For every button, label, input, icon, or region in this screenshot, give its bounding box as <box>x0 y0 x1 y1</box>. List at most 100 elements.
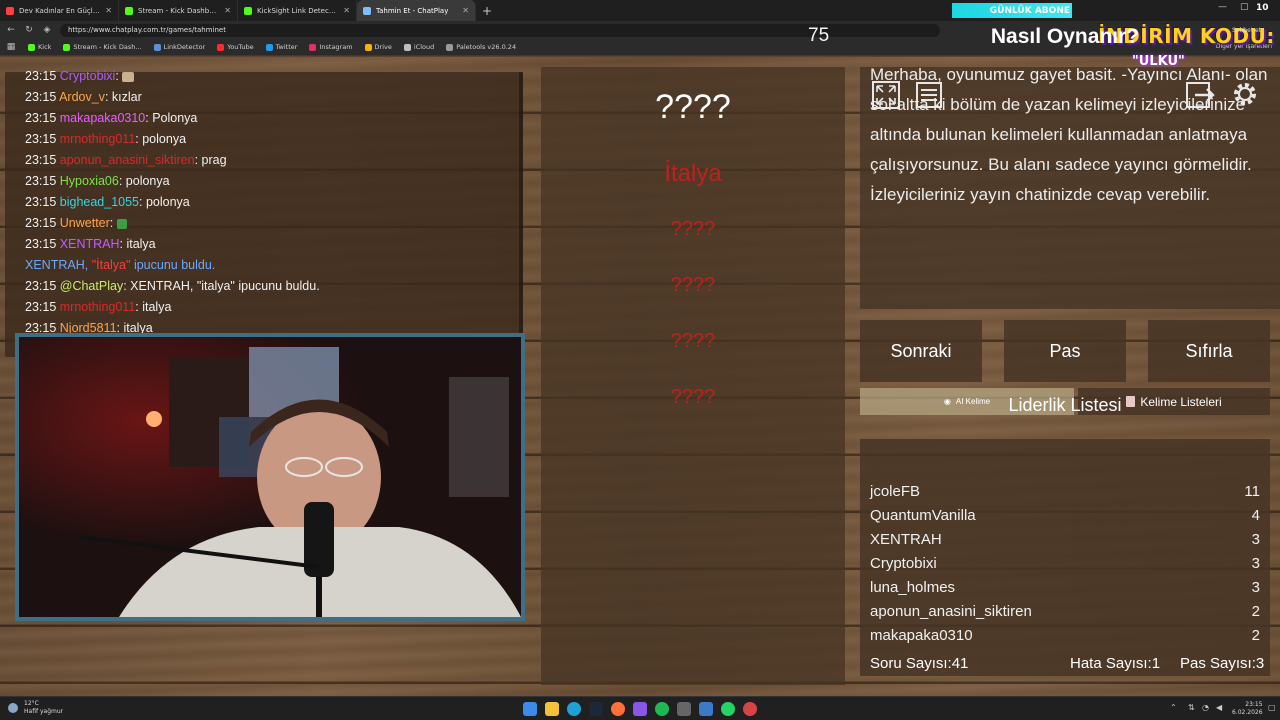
settings-app-icon[interactable] <box>699 702 713 716</box>
chat-message: 23:15 bighead_1055: polonya <box>25 195 190 209</box>
whatsapp-icon[interactable] <box>721 702 735 716</box>
close-icon[interactable]: ✕ <box>343 6 350 15</box>
chat-time: 23:15 <box>25 132 57 146</box>
close-icon[interactable]: ✕ <box>462 6 469 15</box>
chat-user[interactable]: mrnothing011 <box>60 132 136 146</box>
hidden-word: ???? <box>670 274 716 296</box>
browser-tab[interactable]: Stream - Kick Dashboard ✕ <box>119 0 238 21</box>
drive-icon <box>364 43 372 51</box>
firefox-icon[interactable] <box>611 702 625 716</box>
bookmark-label: Paletools v26.0.24 <box>456 43 517 51</box>
clock[interactable]: 23:15 6.02.2026 <box>1232 701 1263 717</box>
bookmark-item[interactable]: Drive <box>364 43 392 51</box>
chat-user[interactable]: mrnothing011 <box>60 300 136 314</box>
bookmark-item[interactable]: iCloud <box>403 43 434 51</box>
chat-user[interactable]: XENTRAH <box>60 237 120 251</box>
apps-icon[interactable]: ▦ <box>6 42 16 52</box>
player-score: 4 <box>1251 507 1260 524</box>
taskbar: 12°C Hafif yağmur ⌃ ⇅ ◔ ◀ 23:15 6.02.202… <box>0 696 1280 720</box>
close-icon[interactable]: ✕ <box>224 6 231 15</box>
file-explorer-icon[interactable] <box>545 702 559 716</box>
chat-user[interactable]: Hypoxia06 <box>60 174 119 188</box>
spotify-icon[interactable] <box>655 702 669 716</box>
volume-icon[interactable]: ◀ <box>1216 703 1222 712</box>
player-name: QuantumVanilla <box>870 507 976 524</box>
tab-label: Tahmin Et - ChatPlay <box>376 6 449 15</box>
weather-icon <box>8 703 18 713</box>
link-icon <box>153 43 161 51</box>
browser-tab-active[interactable]: Tahmin Et - ChatPlay ✕ <box>357 0 476 21</box>
weather-widget[interactable]: 12°C Hafif yağmur <box>24 700 63 716</box>
leaderboard-row: Cryptobixi 3 <box>870 555 1260 575</box>
player-name: luna_holmes <box>870 579 956 596</box>
chat-user[interactable]: Cryptobixi <box>60 69 116 83</box>
chat-time: 23:15 <box>25 69 57 83</box>
app-icon[interactable] <box>677 702 691 716</box>
icloud-icon <box>403 43 411 51</box>
notice-word: "İtalya" <box>91 258 131 272</box>
bookmark-item[interactable]: Twitter <box>265 43 298 51</box>
bookmark-label: Stream - Kick Dash... <box>73 43 142 51</box>
chat-user[interactable]: @ChatPlay <box>60 279 123 293</box>
hidden-word: ???? <box>670 330 716 352</box>
player-score: 2 <box>1251 627 1260 644</box>
notice-user: XENTRAH, <box>25 258 89 272</box>
obs-icon[interactable] <box>743 702 757 716</box>
bookmark-label: Twitter <box>275 43 298 51</box>
weather-desc: Hafif yağmur <box>24 708 64 715</box>
browser-tab[interactable]: KickSight Link Detector ✕ <box>238 0 357 21</box>
leaderboard-row: QuantumVanilla 4 <box>870 507 1260 527</box>
player-name: Cryptobixi <box>870 555 937 572</box>
leaderboard-row: luna_holmes 3 <box>870 579 1260 599</box>
bookmark-item[interactable]: Kick <box>28 43 51 51</box>
browser-tab[interactable]: Dev Kadınlar En Güçlü Cücelere Ka ✕ <box>0 0 119 21</box>
next-button[interactable]: Sonraki <box>860 320 982 382</box>
browser-tab-bar: Dev Kadınlar En Güçlü Cücelere Ka ✕ Stre… <box>0 0 1280 21</box>
chat-scrollbar[interactable] <box>519 72 523 357</box>
player-score: 3 <box>1251 579 1260 596</box>
chat-user[interactable]: makapaka0310 <box>60 111 145 125</box>
bookmark-item[interactable]: Stream - Kick Dash... <box>63 43 142 51</box>
timer-counter: 75 <box>808 25 830 46</box>
back-icon[interactable]: ← <box>6 25 16 35</box>
chat-text: polonya <box>145 195 190 209</box>
chat-user[interactable]: aponun_anasini_siktiren <box>60 153 195 167</box>
bookmark-label: Instagram <box>319 43 353 51</box>
chat-label[interactable]: Sohbet et <box>1232 27 1261 34</box>
chat-user[interactable]: Unwetter <box>60 216 110 230</box>
discord-icon[interactable] <box>633 702 647 716</box>
close-icon[interactable]: ✕ <box>105 6 112 15</box>
edge-icon[interactable] <box>567 702 581 716</box>
player-score: 11 <box>1244 483 1260 500</box>
maximize-icon[interactable]: ▢ <box>1240 2 1249 12</box>
tab-favicon-icon <box>6 6 14 15</box>
notification-icon[interactable]: ▢ <box>1268 703 1276 712</box>
chat-user[interactable]: Ardov_v <box>59 90 105 104</box>
tab-label: Stream - Kick Dashboard <box>138 6 220 15</box>
windows-start-icon[interactable] <box>523 702 537 716</box>
chat-user[interactable]: bighead_1055 <box>60 195 139 209</box>
chat-message: 23:15 XENTRAH: italya <box>25 237 156 251</box>
bookmark-item[interactable]: Paletools v26.0.24 <box>446 43 516 51</box>
shield-icon[interactable]: ◈ <box>42 25 52 35</box>
wifi-icon[interactable]: ◔ <box>1202 703 1209 712</box>
bookmark-item[interactable]: Instagram <box>309 43 353 51</box>
new-tab-button[interactable]: + <box>476 0 498 21</box>
leaderboard-row: aponun_anasini_siktiren 2 <box>870 603 1260 623</box>
reload-icon[interactable]: ↻ <box>24 25 34 35</box>
tab-label: Dev Kadınlar En Güçlü Cücelere Ka <box>19 6 100 15</box>
tray-arrow-icon[interactable]: ⌃ <box>1170 703 1177 712</box>
chat-text: italya <box>126 237 156 251</box>
bookmark-item[interactable]: LinkDetector <box>153 43 205 51</box>
chat-time: 23:15 <box>25 237 57 251</box>
minimize-icon[interactable]: — <box>1218 2 1227 12</box>
bookmark-item[interactable]: YouTube <box>217 43 254 51</box>
steam-icon[interactable] <box>589 702 603 716</box>
emote-icon <box>116 218 127 229</box>
network-icon[interactable]: ⇅ <box>1188 703 1195 712</box>
webcam-image <box>19 337 521 617</box>
pass-button[interactable]: Pas <box>1004 320 1126 382</box>
leaderboard-row: makapaka0310 2 <box>870 627 1260 647</box>
reset-button[interactable]: Sıfırla <box>1148 320 1270 382</box>
chat-message: 23:15 Ardov_v: kızlar <box>25 90 142 104</box>
